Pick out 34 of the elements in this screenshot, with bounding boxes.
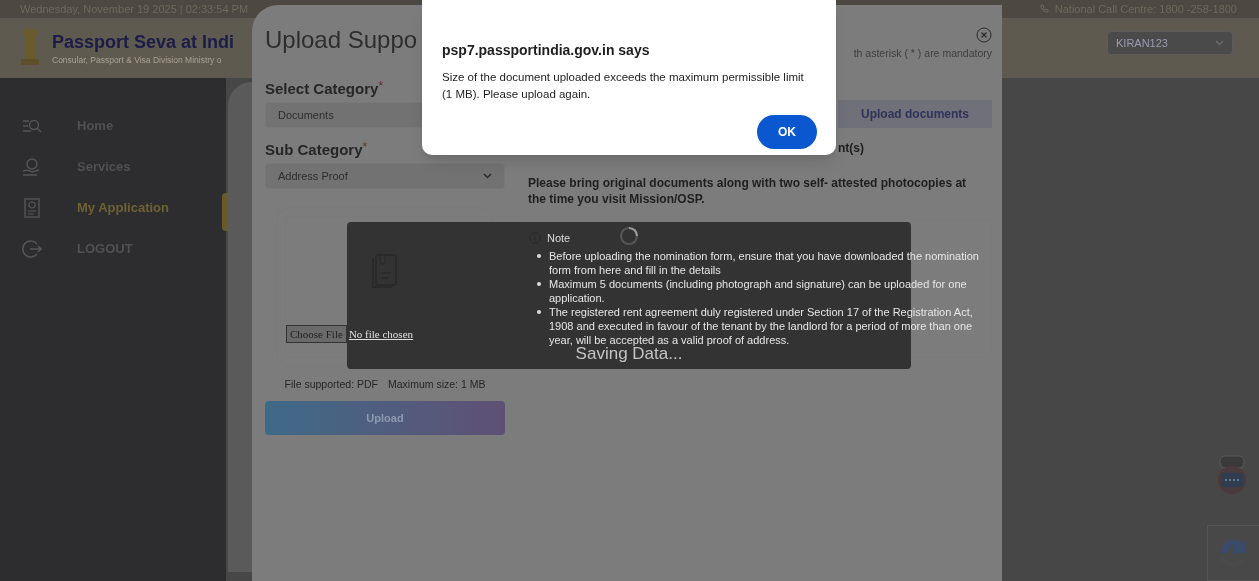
selected-indicator [222, 193, 228, 231]
file-info: Maximum size: 1 MB [387, 377, 486, 392]
section-heading: nt(s) [838, 140, 865, 157]
ok-button[interactable]: OK [757, 115, 817, 149]
alert-message: Size of the document uploaded exceeds the maximum permissible limit (1 MB). Please upload again. [442, 70, 805, 102]
close-icon [976, 27, 992, 43]
document-icon [22, 198, 42, 218]
required-marker: * [362, 140, 368, 154]
bullet-icon [537, 309, 541, 314]
upload-button[interactable]: Upload [265, 400, 505, 435]
field-label: Sub Category [265, 140, 363, 160]
bullet-icon [537, 253, 541, 258]
upload-documents-tab[interactable]: Upload documents [838, 100, 992, 128]
sidebar-item[interactable]: My Application [22, 196, 226, 220]
chevron-down-icon [483, 173, 492, 179]
user-select[interactable]: KIRAN123 [1107, 31, 1233, 55]
dialog-title: Upload Suppo [265, 25, 418, 55]
note-title: Note [547, 231, 571, 246]
logout-icon [22, 239, 42, 259]
note-item: Maximum 5 documents (including photograph and signature) can be uploaded for one application. [549, 276, 968, 305]
spinner-icon [619, 226, 639, 246]
site-title: Passport Seva at Indi [52, 30, 235, 54]
site-subtitle: Consular, Passport & Visa Division Ministry o [52, 53, 223, 67]
chevron-down-icon [1215, 40, 1224, 46]
file-info: File supported: PDF [284, 377, 378, 392]
choose-file-button[interactable]: Choose File [286, 325, 347, 343]
alert-origin: psp7.passportindia.gov.in says [442, 41, 651, 60]
bullet-icon [537, 281, 541, 286]
sub-category-select[interactable]: Address Proof [265, 163, 505, 189]
field-label: Select Category [265, 79, 379, 99]
phone-icon [1038, 4, 1049, 14]
instructions-text: Please bring original documents along with two self- attested photocopies at the time you visit Mission/OSP. [527, 175, 968, 207]
file-status: No file chosen [348, 326, 414, 342]
required-marker: * [378, 79, 384, 93]
